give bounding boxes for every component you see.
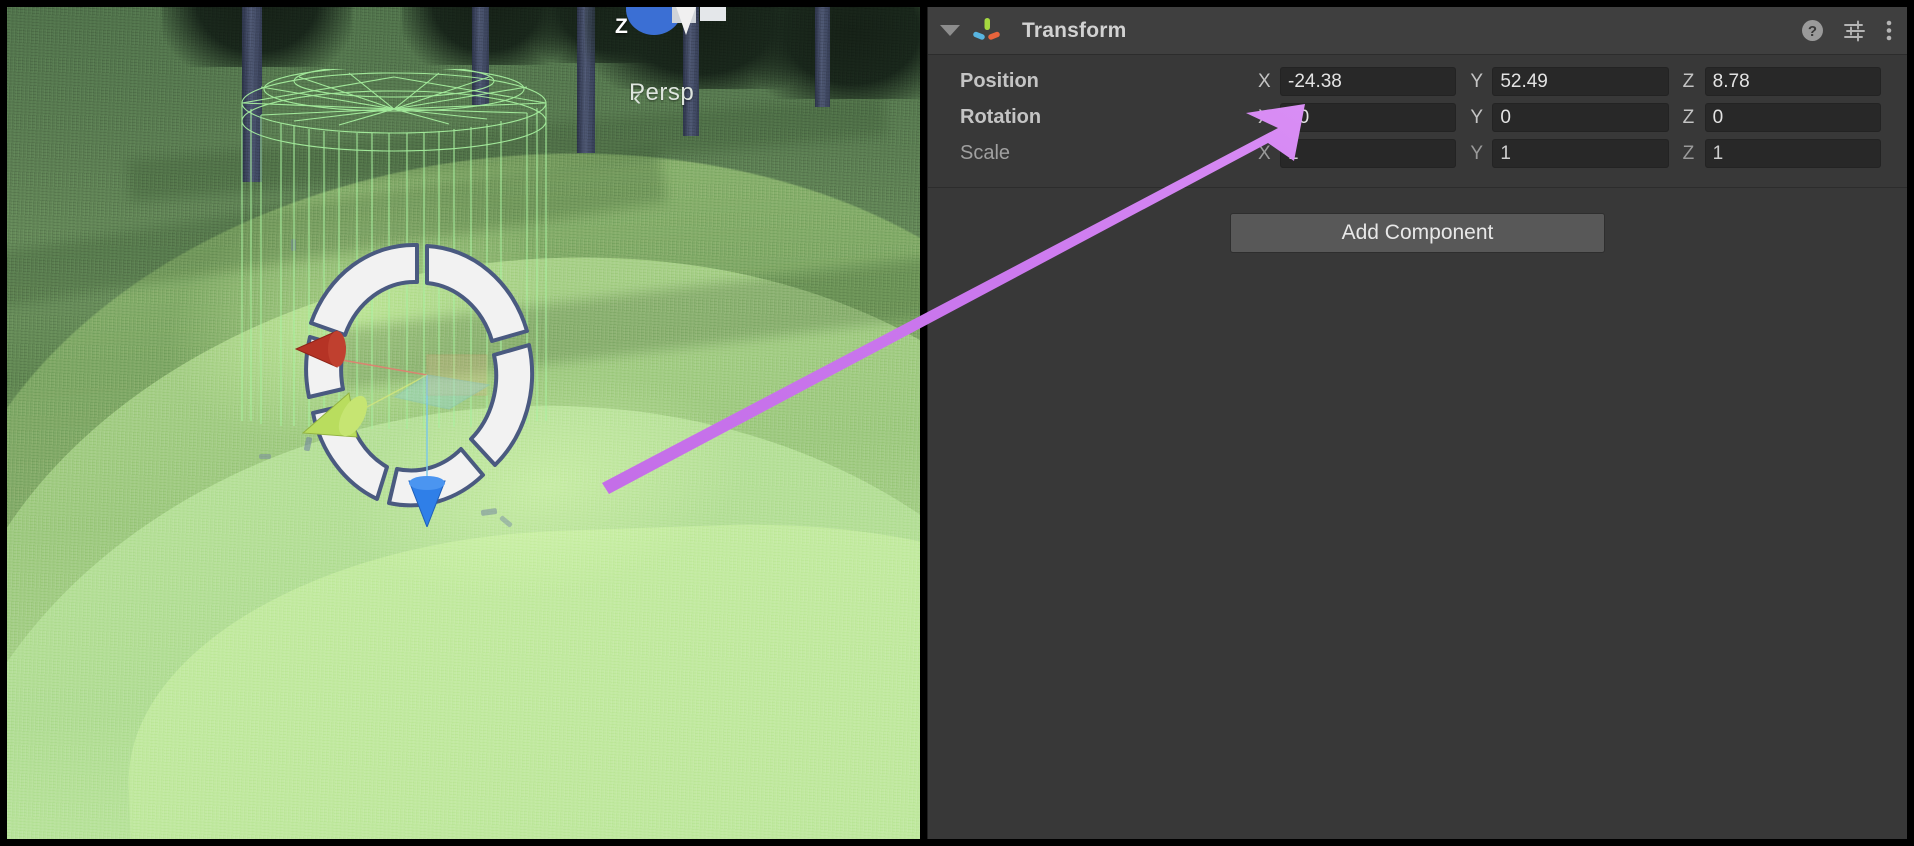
axis-group-y: Y bbox=[1470, 103, 1682, 132]
axis-group-x: X bbox=[1258, 139, 1470, 168]
transform-axis-icon bbox=[973, 17, 1000, 40]
axis-letter-y: Y bbox=[1470, 106, 1484, 128]
position-z-field[interactable] bbox=[1704, 67, 1881, 96]
axis-group-x: X bbox=[1258, 103, 1470, 132]
scene-debris bbox=[291, 239, 296, 251]
axis-letter-z: Z bbox=[1682, 70, 1695, 92]
transform-component-header[interactable]: Transform ? bbox=[928, 7, 1907, 55]
unity-editor-screenshot: Z ‹ Persp Transform ? Position X -24.38 … bbox=[0, 0, 1914, 846]
component-header-icons: ? bbox=[1801, 19, 1893, 42]
property-label: Rotation bbox=[960, 106, 1042, 128]
axis-group-z: Z bbox=[1683, 103, 1895, 132]
axis-letter-y: Y bbox=[1470, 142, 1484, 164]
add-component-section: Add Component bbox=[928, 188, 1907, 253]
axis-group-z: Z bbox=[1683, 139, 1895, 168]
property-row-position: Position X Y Z bbox=[928, 65, 1895, 98]
component-title: Transform bbox=[1022, 18, 1127, 42]
gizmo-z-axis-label: Z bbox=[615, 15, 628, 38]
scene-viewport[interactable]: Z ‹ Persp bbox=[7, 7, 920, 839]
axis-group-y: Y bbox=[1470, 139, 1682, 168]
position-x-field[interactable] bbox=[1280, 67, 1457, 96]
tree-object bbox=[747, 7, 920, 109]
tree-object bbox=[162, 7, 352, 187]
help-icon[interactable]: ? bbox=[1801, 19, 1824, 42]
axis-group-z: Z bbox=[1683, 67, 1895, 96]
axis-group-x: X bbox=[1258, 67, 1470, 96]
preset-settings-icon[interactable] bbox=[1843, 19, 1866, 42]
axis-group-y: Y bbox=[1470, 67, 1682, 96]
rotation-x-field[interactable] bbox=[1280, 103, 1457, 132]
axis-letter-z: Z bbox=[1682, 142, 1695, 164]
more-options-icon[interactable] bbox=[1885, 19, 1893, 42]
scale-y-field[interactable] bbox=[1492, 139, 1669, 168]
add-component-button[interactable]: Add Component bbox=[1230, 213, 1605, 253]
axis-letter-y: Y bbox=[1470, 70, 1484, 92]
axis-letter-x: X bbox=[1258, 106, 1271, 128]
property-row-rotation: Rotation X Y Z bbox=[928, 101, 1895, 134]
axis-letter-x: X bbox=[1258, 142, 1271, 164]
position-y-field[interactable] bbox=[1492, 67, 1669, 96]
axis-letter-x: X bbox=[1258, 70, 1271, 92]
transform-properties: Position X Y Z Rotation X bbox=[928, 55, 1907, 188]
foldout-toggle-icon[interactable] bbox=[940, 25, 960, 36]
svg-text:?: ? bbox=[1808, 23, 1817, 40]
tree-object bbox=[402, 7, 572, 115]
property-label: Position bbox=[960, 70, 1039, 92]
tree-object bbox=[585, 7, 815, 141]
rotation-z-field[interactable] bbox=[1704, 103, 1881, 132]
axis-letter-z: Z bbox=[1682, 106, 1695, 128]
scene-debris bbox=[259, 454, 271, 459]
property-label: Scale bbox=[960, 142, 1011, 164]
scale-z-field[interactable] bbox=[1704, 139, 1881, 168]
scale-x-field[interactable] bbox=[1280, 139, 1457, 168]
inspector-panel: Transform ? Position X -24.38 Y 52.49 Z … bbox=[927, 7, 1907, 839]
rotation-y-field[interactable] bbox=[1492, 103, 1669, 132]
property-row-scale: Scale X Y Z bbox=[928, 137, 1895, 170]
